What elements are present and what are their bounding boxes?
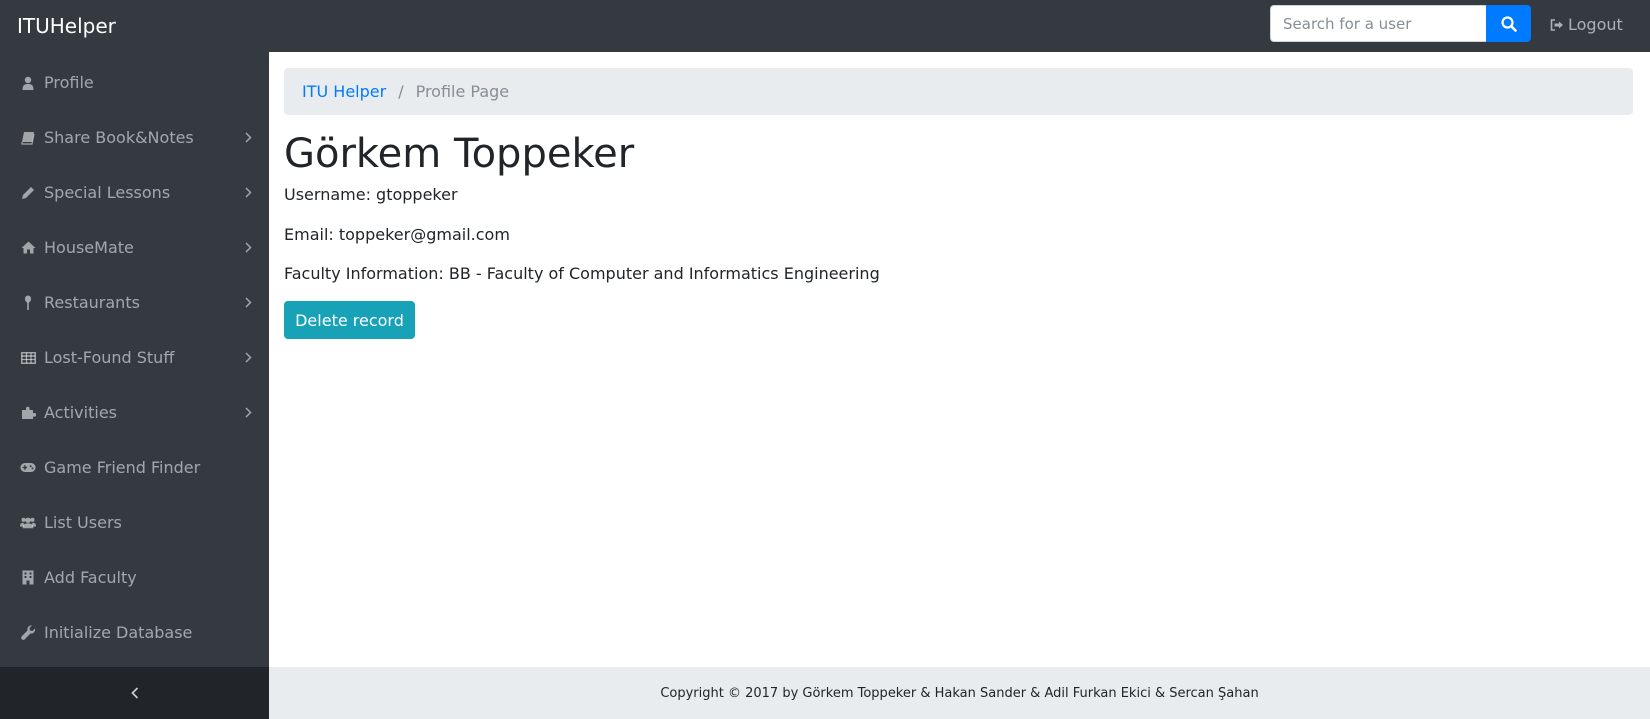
sidebar-item-add-faculty[interactable]: Add Faculty: [0, 550, 269, 605]
chevron-right-icon: [243, 352, 253, 364]
breadcrumb-separator: /: [398, 82, 404, 101]
sidebar-item-label: Share Book&Notes: [44, 128, 194, 147]
table-icon: [20, 350, 36, 366]
users-icon: [20, 515, 36, 531]
sidebar-item-lost-found-stuff[interactable]: Lost-Found Stuff: [0, 330, 269, 385]
chevron-right-icon: [243, 407, 253, 419]
chevron-left-icon: [130, 687, 138, 699]
breadcrumb-home-link[interactable]: ITU Helper: [302, 82, 386, 101]
search-button[interactable]: [1486, 5, 1531, 42]
search-input[interactable]: [1270, 5, 1486, 42]
sidebar-item-game-friend-finder[interactable]: Game Friend Finder: [0, 440, 269, 495]
profile-username: Username: gtoppeker: [284, 185, 458, 204]
sidebar-item-restaurants[interactable]: Restaurants: [0, 275, 269, 330]
top-navbar: ITUHelper Logout: [0, 0, 1650, 52]
sidebar-item-label: Restaurants: [44, 293, 140, 312]
chevron-right-icon: [243, 242, 253, 254]
sign-out-icon: [1550, 19, 1563, 31]
sidebar-item-profile[interactable]: Profile: [0, 55, 269, 110]
pencil-icon: [20, 185, 36, 201]
logout-link[interactable]: Logout: [1550, 14, 1623, 36]
sidebar-item-label: Activities: [44, 403, 117, 422]
brand-logo[interactable]: ITUHelper: [17, 13, 116, 39]
logout-label: Logout: [1568, 15, 1623, 34]
sidebar-item-special-lessons[interactable]: Special Lessons: [0, 165, 269, 220]
sidebar-item-label: Profile: [44, 73, 94, 92]
wrench-icon: [20, 625, 36, 641]
sidebar-item-label: Special Lessons: [44, 183, 171, 202]
sidebar-item-list-users[interactable]: List Users: [0, 495, 269, 550]
profile-faculty: Faculty Information: BB - Faculty of Com…: [284, 264, 880, 283]
profile-name: Görkem Toppeker: [284, 131, 635, 177]
sidebar-item-share-book-notes[interactable]: Share Book&Notes: [0, 110, 269, 165]
footer: Copyright © 2017 by Görkem Toppeker & Ha…: [269, 667, 1650, 719]
chevron-right-icon: [243, 297, 253, 309]
book-icon: [20, 130, 36, 146]
building-icon: [20, 570, 36, 586]
sidebar-item-housemate[interactable]: HouseMate: [0, 220, 269, 275]
sidebar-item-label: HouseMate: [44, 238, 134, 257]
puzzle-icon: [20, 405, 36, 421]
sidebar-item-label: Lost-Found Stuff: [44, 348, 175, 367]
sidebar-item-label: Game Friend Finder: [44, 458, 201, 477]
home-icon: [20, 240, 36, 256]
delete-record-button[interactable]: Delete record: [284, 301, 415, 339]
sidebar: Profile Share Book&Notes Special Lessons…: [0, 52, 269, 667]
footer-copyright: Copyright © 2017 by Görkem Toppeker & Ha…: [660, 685, 1259, 701]
profile-email: Email: toppeker@gmail.com: [284, 225, 510, 244]
gamepad-icon: [20, 460, 36, 476]
breadcrumb-current: Profile Page: [415, 82, 510, 101]
search-icon: [1500, 15, 1517, 32]
sidebar-item-initialize-database[interactable]: Initialize Database: [0, 605, 269, 660]
sidebar-item-label: Initialize Database: [44, 623, 193, 642]
sidebar-item-activities[interactable]: Activities: [0, 385, 269, 440]
sidebar-item-label: Add Faculty: [44, 568, 137, 587]
breadcrumb: ITU Helper / Profile Page: [284, 68, 1633, 115]
sidebar-collapse-button[interactable]: [0, 667, 269, 719]
sidebar-item-label: List Users: [44, 513, 122, 532]
chevron-right-icon: [243, 187, 253, 199]
user-icon: [20, 75, 36, 91]
chevron-right-icon: [243, 132, 253, 144]
thumb-tack-icon: [20, 295, 36, 311]
